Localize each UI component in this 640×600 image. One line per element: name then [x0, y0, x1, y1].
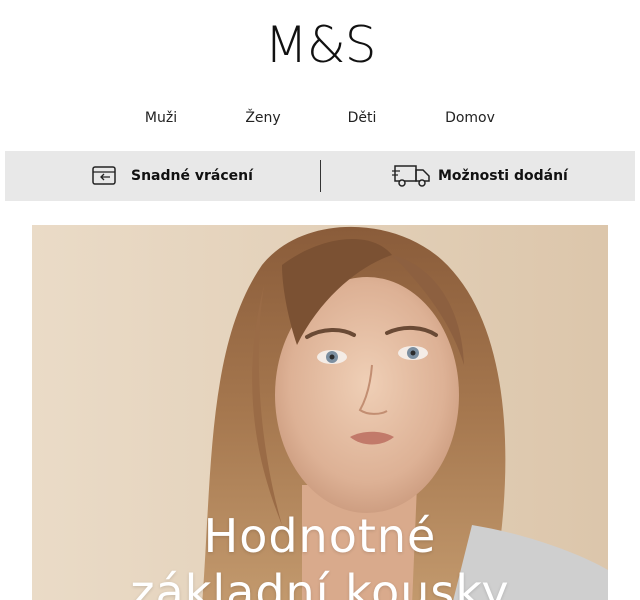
- nav-item-home[interactable]: Domov: [445, 106, 495, 130]
- hero-banner[interactable]: Hodnotné základní kousky: [32, 225, 608, 600]
- easy-returns-link[interactable]: Snadné vrácení: [85, 151, 253, 201]
- returns-card-icon: [85, 161, 125, 191]
- hero-headline-line2: základní kousky: [130, 565, 510, 600]
- service-bar: Snadné vrácení Možnosti dodání: [5, 151, 635, 201]
- service-divider: [320, 160, 321, 192]
- delivery-options-label: Možnosti dodání: [438, 168, 568, 184]
- nav-item-kids[interactable]: Děti: [348, 106, 377, 130]
- nav-item-women[interactable]: Ženy: [245, 106, 280, 130]
- nav-item-men[interactable]: Muži: [145, 106, 177, 130]
- ms-logo[interactable]: M&S: [0, 14, 640, 76]
- delivery-truck-icon: [392, 161, 432, 191]
- hero-headline-line1: Hodnotné: [203, 509, 437, 563]
- easy-returns-label: Snadné vrácení: [131, 168, 253, 184]
- category-nav: Muži Ženy Děti Domov: [0, 106, 640, 130]
- email-page: M&S Muži Ženy Děti Domov Snadné vrácení: [0, 0, 640, 600]
- hero-headline: Hodnotné základní kousky: [32, 508, 608, 600]
- delivery-options-link[interactable]: Možnosti dodání: [392, 151, 568, 201]
